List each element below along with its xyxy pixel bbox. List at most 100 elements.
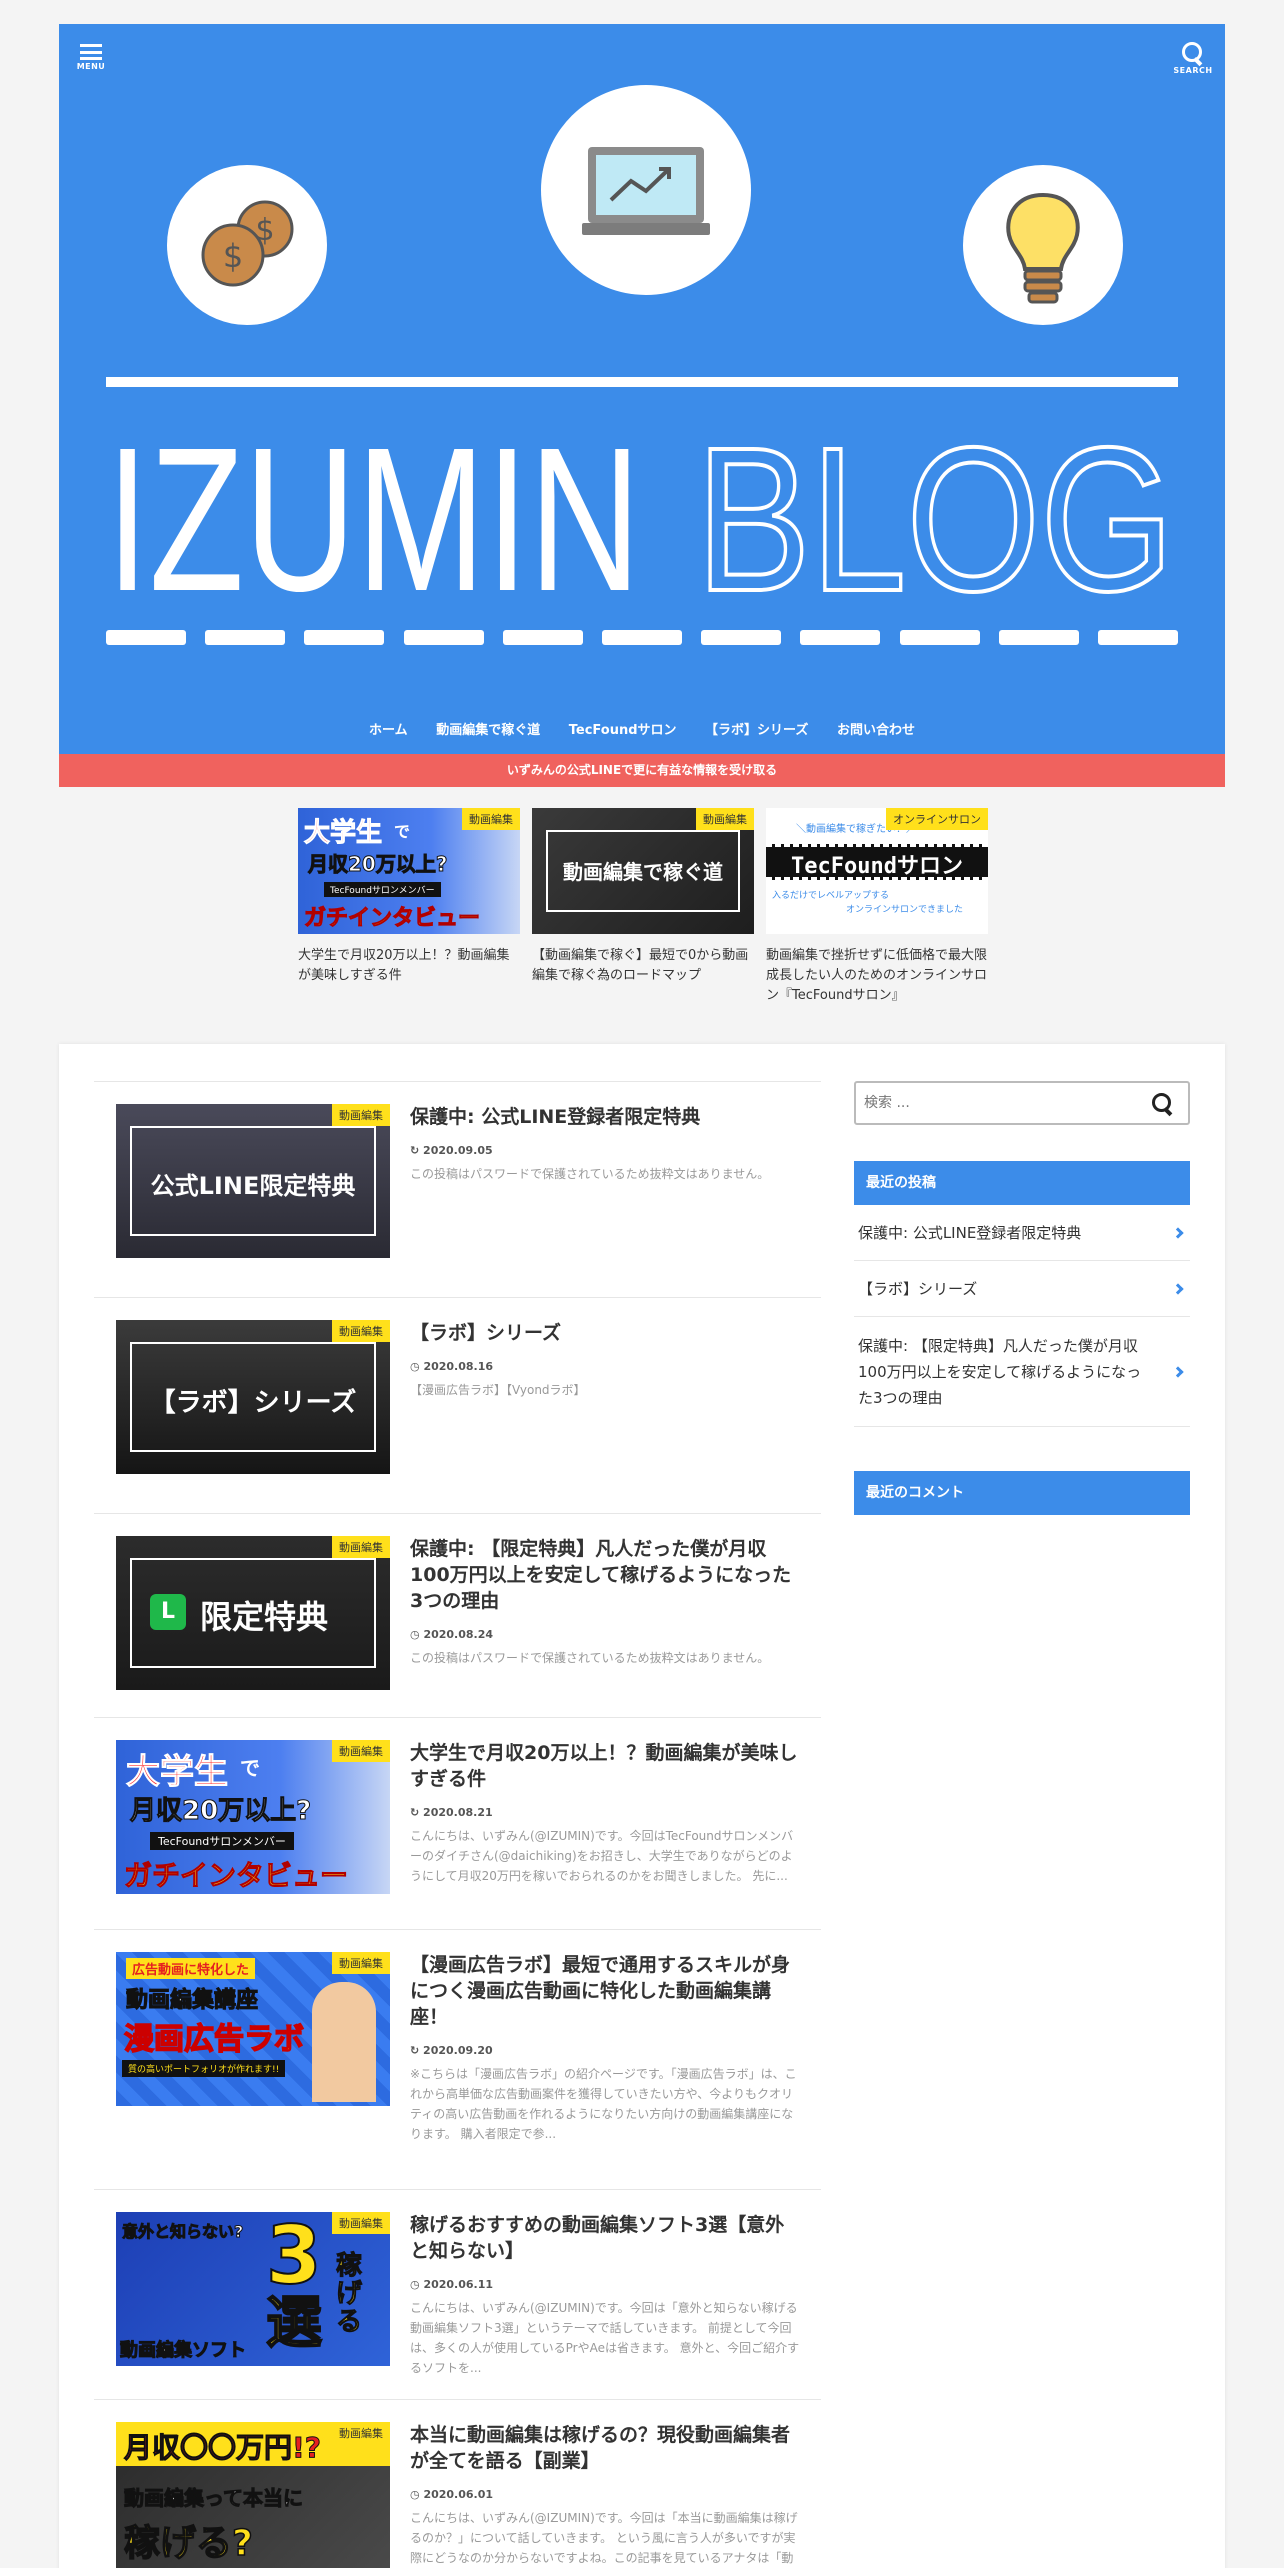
thumb-text: TecFoundサロンメンバー (150, 1832, 294, 1850)
post-item[interactable]: 意外と知らない? 3 選 稼げる 動画編集ソフト 動画編集 稼げるおすすめの動画… (94, 2190, 821, 2400)
laptop-circle[interactable] (541, 85, 751, 295)
category-badge: 動画編集 (332, 1536, 390, 1558)
blog-title-bold: IZUMIN (106, 410, 641, 610)
clock-icon: ◷ (410, 2488, 424, 2501)
category-badge: 動画編集 (332, 1740, 390, 1762)
recent-post-item[interactable]: 保護中: 公式LINE登録者限定特典 (854, 1205, 1190, 1261)
post-item[interactable]: 公式LINE限定特典 動画編集 保護中: 公式LINE登録者限定特典 ↻ 202… (94, 1082, 821, 1298)
recent-post-item[interactable]: 保護中: 【限定特典】凡人だった僕が月収100万円以上を安定して稼げるようになっ… (854, 1317, 1190, 1427)
thumb-text: 月収20万以上? (307, 852, 448, 877)
nav-item-home[interactable]: ホーム (369, 719, 408, 738)
post-title[interactable]: 本当に動画編集は稼げるの？現役動画編集者が全てを語る【副業】 (410, 2422, 800, 2474)
post-item[interactable]: 大学生 で 月収20万以上? TecFoundサロンメンバー ガチインタビュー … (94, 1718, 821, 1930)
post-date: ↻ 2020.08.21 (410, 1806, 493, 1819)
thumb-text: 動画編集で稼ぐ道 (563, 860, 723, 884)
search-input[interactable] (864, 1083, 1134, 1123)
pickup-card[interactable]: 大学生 で 月収20万以上? TecFoundサロンメンバー ガチインタビュー … (298, 808, 520, 986)
lightbulb-icon (1006, 192, 1080, 304)
nav-item-lab-series[interactable]: 【ラボ】シリーズ (705, 719, 808, 738)
thumb-text: 入るだけでレベルアップする (772, 891, 890, 901)
thumb-text: 意外と知らない? (121, 2222, 244, 2242)
chevron-right-icon (1172, 1226, 1184, 1239)
thumb-text: で (394, 822, 411, 841)
post-title[interactable]: 【漫画広告ラボ】最短で通用するスキルが身につく漫画広告動画に特化した動画編集講座… (410, 1952, 800, 2030)
update-icon: ↻ (410, 2044, 424, 2057)
search-icon (1182, 42, 1204, 64)
pickup-title: 大学生で月収20万以上！？動画編集が美味しすぎる件 (298, 948, 510, 983)
thumb-text: 広告動画に特化した (126, 1958, 256, 1979)
pickup-card[interactable]: 動画編集で稼ぐ道 動画編集 【動画編集で稼ぐ】最短で0から動画編集で稼ぐ為のロー… (532, 808, 754, 986)
line-app-icon: L (150, 1594, 186, 1630)
thumb-text: 【ラボ】シリーズ (149, 1388, 357, 1418)
post-thumbnail: 公式LINE限定特典 動画編集 (116, 1104, 390, 1258)
nav-item-contact[interactable]: お問い合わせ (837, 719, 915, 738)
search-form (854, 1081, 1190, 1125)
post-title[interactable]: 保護中: 公式LINE登録者限定特典 (410, 1104, 800, 1130)
post-title[interactable]: 稼げるおすすめの動画編集ソフト3選【意外と知らない】 (410, 2212, 800, 2264)
post-thumbnail: L 限定特典 動画編集 (116, 1536, 390, 1690)
main-content: 公式LINE限定特典 動画編集 保護中: 公式LINE登録者限定特典 ↻ 202… (59, 1044, 1225, 2568)
post-item[interactable]: L 限定特典 動画編集 保護中: 【限定特典】凡人だった僕が月収100万円以上を… (94, 1514, 821, 1718)
category-badge: 動画編集 (332, 1952, 390, 1974)
thumb-text: ガチインタビュー (303, 906, 481, 932)
coin-circle[interactable]: $ $ (167, 165, 327, 325)
coins-icon: $ $ (201, 200, 294, 287)
post-thumbnail: 大学生 で 月収20万以上? TecFoundサロンメンバー ガチインタビュー … (116, 1740, 390, 1894)
menu-button[interactable]: MENU (69, 34, 113, 92)
category-badge: 動画編集 (332, 1320, 390, 1342)
post-title[interactable]: 保護中: 【限定特典】凡人だった僕が月収100万円以上を安定して稼げるようになっ… (410, 1536, 800, 1614)
thumb-text: 3 (265, 2212, 323, 2302)
character-illustration (312, 1982, 376, 2102)
thumb-text: 月収〇〇万円!? (123, 2431, 322, 2465)
post-date: ◷ 2020.08.24 (410, 1628, 494, 1641)
post-excerpt: ※こちらは「漫画広告ラボ」の紹介ページです。「漫画広告ラボ」は、これから高単価な… (410, 2067, 797, 2141)
post-excerpt: こんにちは、いずみん(@IZUMIN)です。今回は「本当に動画編集は稼げるのか？… (410, 2511, 798, 2565)
blog-title-logo: IZUMIN BLOG (106, 410, 1176, 610)
header-divider (106, 377, 1178, 387)
recent-comments-title: 最近のコメント (854, 1471, 1190, 1515)
thumb-text: 大学生 (303, 818, 383, 849)
pickup-card[interactable]: ＼動画編集で稼ぎたい！／ TecFoundサロン 入るだけでレベルアップする オ… (766, 808, 988, 1006)
global-nav: ホーム 動画編集で稼ぐ道 TecFoundサロン 【ラボ】シリーズ お問い合わせ (59, 719, 1225, 738)
thumb-text: ガチインタビュー (123, 1859, 349, 1893)
clock-icon: ◷ (410, 2278, 424, 2291)
site-header: MENU SEARCH $ $ IZUMIN BLOG ホーム 動画編集で稼ぐ道… (59, 24, 1225, 754)
thumb-text: 公式LINE限定特典 (150, 1172, 356, 1200)
category-badge: 動画編集 (696, 808, 754, 830)
post-title[interactable]: 大学生で月収20万以上！？動画編集が美味しすぎる件 (410, 1740, 800, 1792)
search-button[interactable]: SEARCH (1171, 34, 1215, 92)
menu-icon (80, 44, 102, 60)
category-badge: 動画編集 (332, 2212, 390, 2234)
post-title[interactable]: 【ラボ】シリーズ (410, 1320, 800, 1346)
post-item[interactable]: 【ラボ】シリーズ 動画編集 【ラボ】シリーズ ◷ 2020.08.16 【漫画広… (94, 1298, 821, 1514)
post-item[interactable]: 広告動画に特化した 動画編集講座 漫画広告ラボ 質の高いポートフォリオが作れます… (94, 1930, 821, 2190)
post-thumbnail: 【ラボ】シリーズ 動画編集 (116, 1320, 390, 1474)
post-item[interactable]: 月収〇〇万円!? 動画編集って本当に 稼げる? 動画編集 本当に動画編集は稼げる… (94, 2400, 821, 2568)
thumb-text: 稼げる? (123, 2522, 253, 2565)
update-icon: ↻ (410, 1806, 424, 1819)
line-banner-link[interactable]: いずみんの公式LINEで更に有益な情報を受け取る (59, 754, 1225, 787)
post-list: 公式LINE限定特典 動画編集 保護中: 公式LINE登録者限定特典 ↻ 202… (94, 1081, 821, 2568)
thumb-text: 動画編集って本当に (124, 2486, 304, 2511)
laptop-chart-icon (582, 147, 710, 235)
search-submit-icon[interactable] (1152, 1093, 1174, 1115)
clock-icon: ◷ (410, 1628, 424, 1641)
post-excerpt: こんにちは、いずみん(@IZUMIN)です。今回はTecFoundサロンメンバー… (410, 1829, 794, 1883)
clock-icon: ◷ (410, 1360, 424, 1373)
thumb-text: TecFoundサロンメンバー (324, 882, 441, 897)
thumb-text: 大学生 (126, 1752, 229, 1793)
recent-post-item[interactable]: 【ラボ】シリーズ (854, 1261, 1190, 1317)
nav-item-tecfound[interactable]: TecFoundサロン (569, 719, 677, 738)
header-dashes (106, 630, 1178, 646)
category-badge: 動画編集 (332, 1104, 390, 1126)
thumb-text: 動画編集講座 (125, 1988, 259, 2014)
thumb-text: 質の高いポートフォリオが作れます!! (122, 2060, 286, 2077)
post-date: ◷ 2020.06.11 (410, 2278, 494, 2291)
nav-item-video-editing[interactable]: 動画編集で稼ぐ道 (436, 719, 540, 738)
post-date: ◷ 2020.06.01 (410, 2488, 494, 2501)
chevron-right-icon (1172, 1282, 1184, 1295)
bulb-circle[interactable] (963, 165, 1123, 325)
thumb-text: 稼げる (336, 2251, 363, 2337)
post-excerpt: 【漫画広告ラボ】【Vyondラボ】 (410, 1383, 586, 1397)
thumb-text: 選 (265, 2291, 323, 2356)
